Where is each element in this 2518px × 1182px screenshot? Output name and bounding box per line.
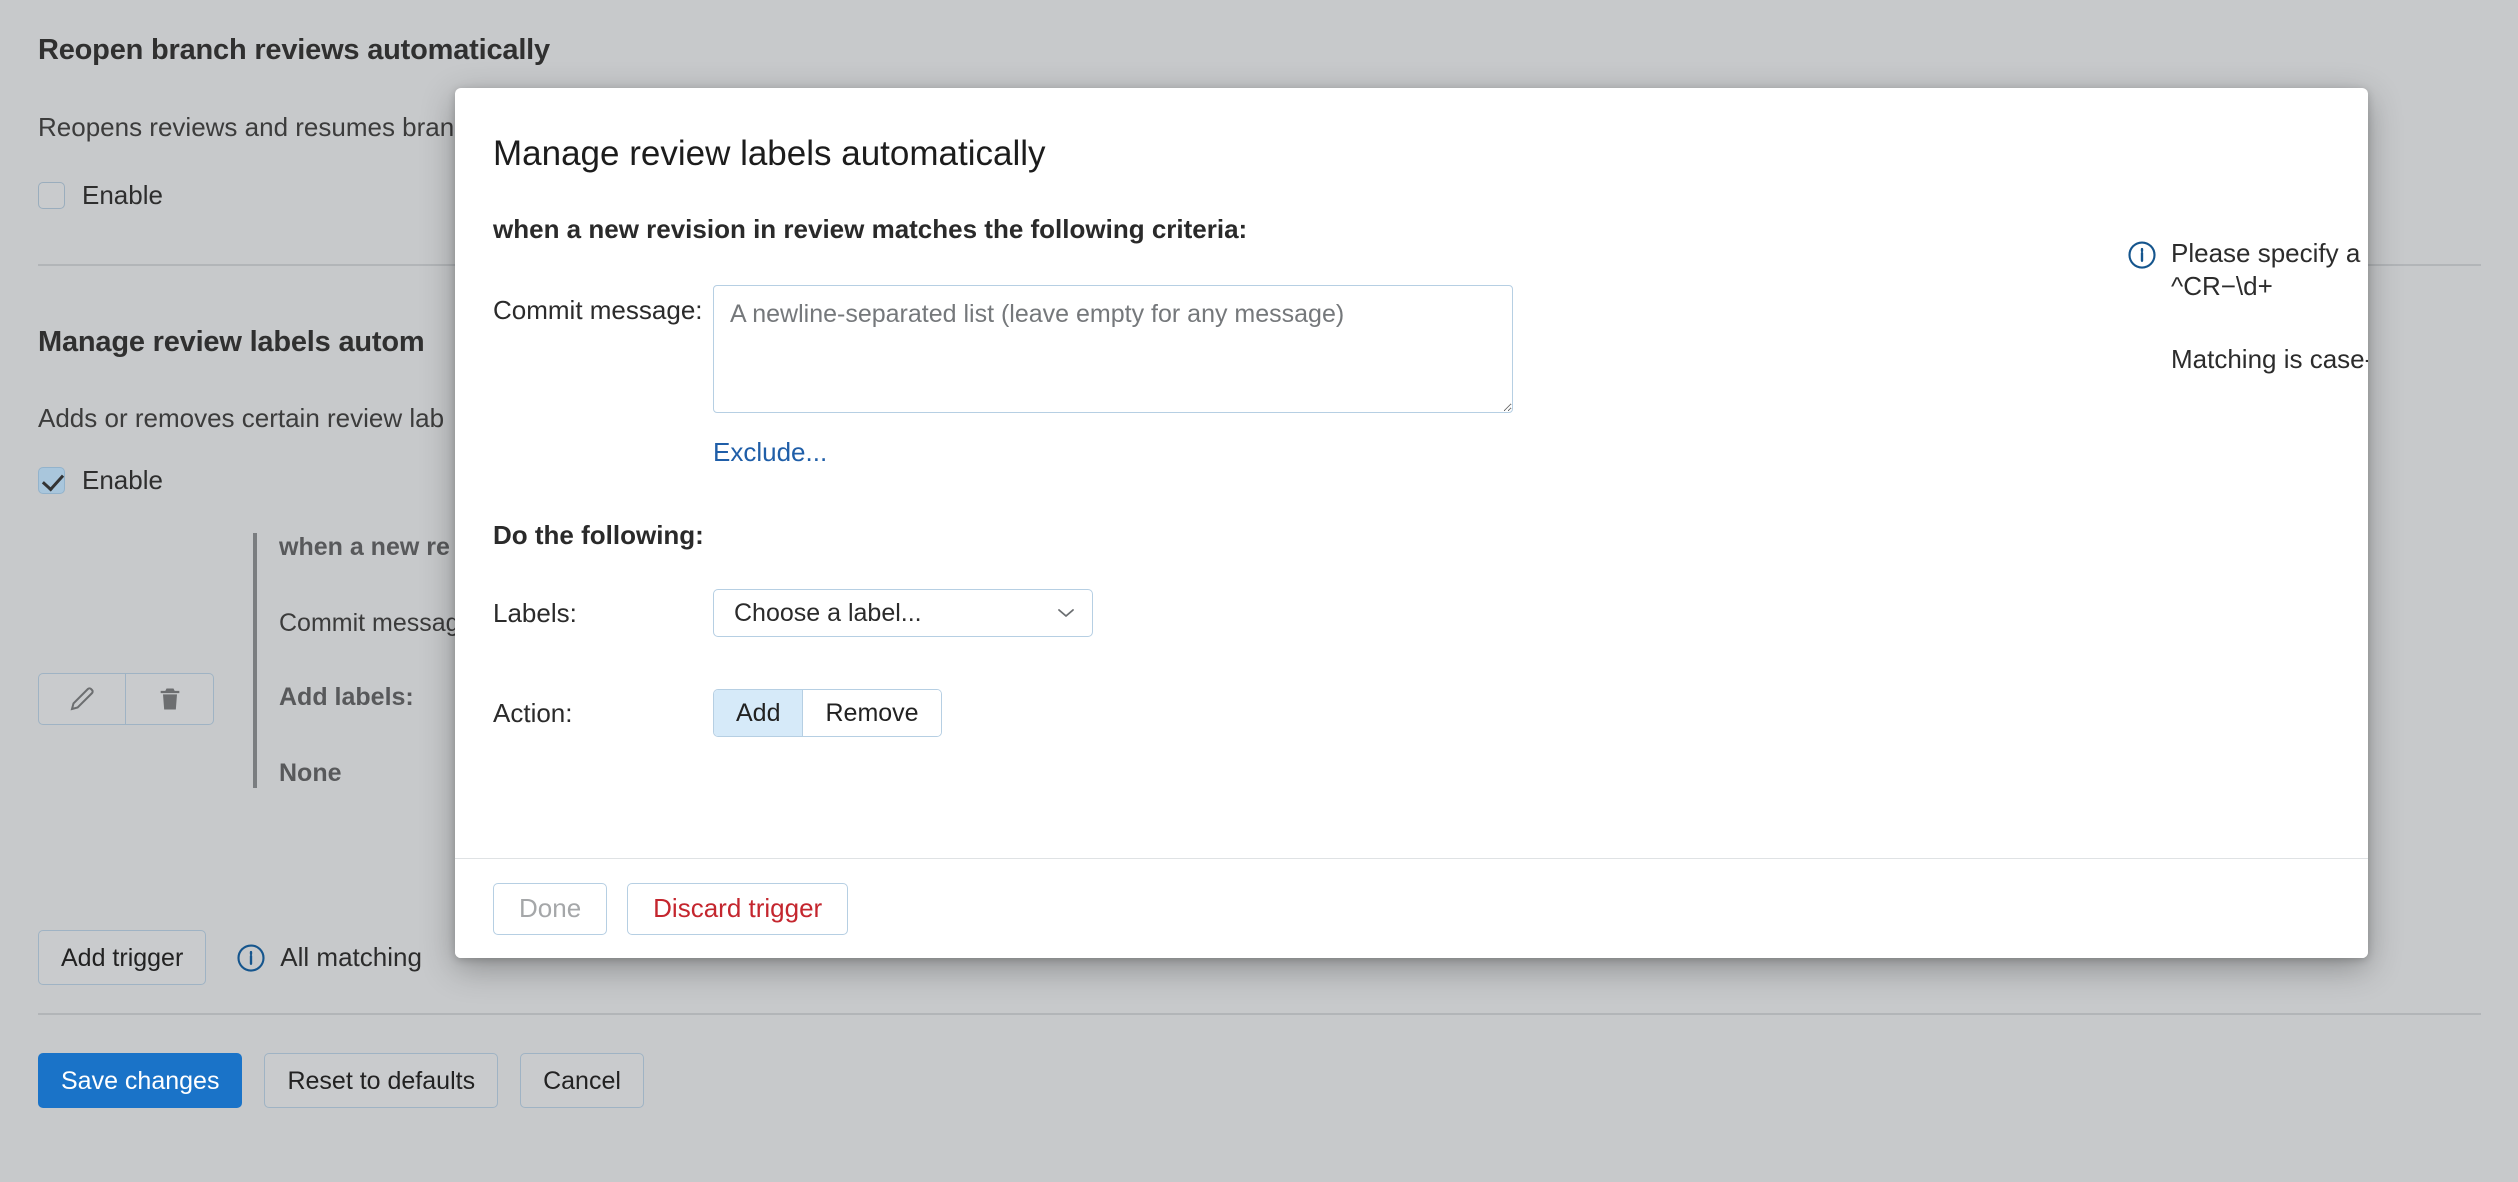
dialog-subtitle: when a new revision in review matches th…	[493, 214, 1248, 244]
trash-icon	[160, 688, 179, 710]
section-title-manage-review-labels: Manage review labels autom	[38, 326, 425, 358]
manage-review-labels-dialog: Manage review labels automatically when …	[455, 88, 2368, 958]
enable-checkbox-manage-labels-label: Enable	[82, 465, 163, 495]
action-control: Add Remove	[713, 689, 942, 737]
pencil-icon	[70, 687, 94, 711]
page-action-bar: Save changes Reset to defaults Cancel	[38, 1053, 644, 1108]
info-circle-icon	[237, 943, 265, 972]
all-matching-info-text: All matching	[280, 942, 422, 972]
save-changes-button[interactable]: Save changes	[38, 1053, 243, 1108]
section-divider-bottom	[38, 1013, 2481, 1015]
enable-checkbox-reopen-row[interactable]: Enable	[38, 180, 163, 211]
trigger-commit-label: Commit messag	[279, 609, 460, 637]
action-label: Action:	[493, 697, 573, 728]
page-title: Reopen branch reviews automatically	[38, 34, 550, 66]
trigger-add-labels-label: Add labels:	[279, 683, 414, 711]
regex-case-note: Matching is case-insensitive.	[2171, 344, 2368, 375]
info-circle-icon	[2128, 241, 2156, 269]
enable-checkbox-reopen[interactable]	[38, 182, 65, 209]
labels-select-value: Choose a label...	[734, 598, 922, 627]
trigger-heading: when a new re	[279, 533, 450, 561]
dialog-footer: Done Discard trigger	[455, 858, 2368, 958]
commit-message-input[interactable]	[713, 285, 1513, 413]
chevron-down-icon	[1058, 609, 1074, 617]
cancel-button[interactable]: Cancel	[520, 1053, 644, 1108]
reset-to-defaults-button[interactable]: Reset to defaults	[264, 1053, 499, 1108]
regex-hint-block: Please specify a regular expression, for…	[2127, 236, 2368, 375]
all-matching-info-note: All matching	[236, 942, 422, 973]
section-description-manage-labels: Adds or removes certain review lab	[38, 403, 445, 433]
action-field-row: Action: Add Remove	[493, 689, 2330, 737]
commit-message-control: Exclude...	[713, 285, 1513, 468]
section-title-reopen-branch-reviews: Reopen branch reviews automatically	[38, 34, 550, 67]
edit-trigger-button[interactable]	[38, 673, 126, 725]
commit-message-label: Commit message:	[493, 295, 703, 325]
regex-hint-text: Please specify a regular expression, for…	[2171, 238, 2368, 268]
action-add-button[interactable]: Add	[714, 690, 803, 736]
labels-control: Choose a label...	[713, 589, 1093, 637]
labels-label: Labels:	[493, 597, 577, 628]
regex-hint-line: Please specify a regular expression, for…	[2127, 236, 2368, 271]
labels-select[interactable]: Choose a label...	[713, 589, 1093, 637]
done-button[interactable]: Done	[493, 882, 608, 935]
dialog-body: Manage review labels automatically when …	[455, 88, 2368, 858]
labels-field-row: Labels: Choose a label...	[493, 589, 2330, 637]
dialog-title: Manage review labels automatically	[493, 134, 1046, 173]
enable-checkbox-reopen-label: Enable	[82, 180, 163, 210]
add-trigger-row: Add trigger All matching	[38, 930, 422, 985]
enable-checkbox-manage-labels[interactable]	[38, 467, 65, 494]
trigger-tool-buttons	[38, 673, 214, 725]
do-the-following-heading: Do the following:	[493, 520, 704, 550]
delete-trigger-button[interactable]	[126, 673, 214, 725]
add-trigger-button[interactable]: Add trigger	[38, 930, 207, 985]
action-remove-button[interactable]: Remove	[802, 690, 941, 736]
regex-hint-example: ^CR−\d+	[2171, 271, 2273, 302]
action-segmented-control: Add Remove	[713, 689, 942, 737]
discard-trigger-button[interactable]: Discard trigger	[627, 882, 849, 935]
trigger-accent-bar	[253, 533, 257, 788]
section-description-reopen: Reopens reviews and resumes bran	[38, 112, 455, 142]
exclude-link[interactable]: Exclude...	[713, 437, 827, 468]
enable-checkbox-manage-labels-row[interactable]: Enable	[38, 465, 163, 496]
commit-message-field-row: Commit message: Exclude...	[493, 285, 2330, 468]
trigger-add-labels-value: None	[279, 759, 342, 787]
trigger-summary-card: when a new re Commit messag Add labels: …	[253, 533, 460, 788]
